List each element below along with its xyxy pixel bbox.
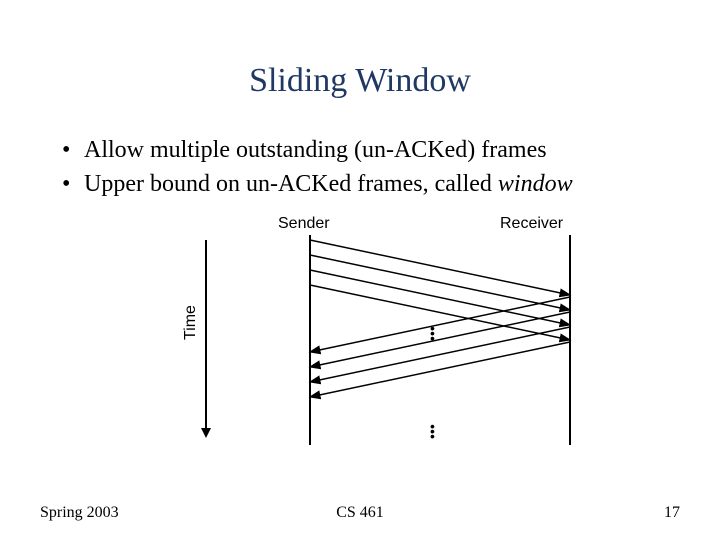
bullet-text: Upper bound on un-ACKed frames, called — [84, 171, 498, 197]
message-arrows — [310, 235, 570, 455]
bullet-list: Allow multiple outstanding (un-ACKed) fr… — [62, 135, 662, 203]
slide: Sliding Window Allow multiple outstandin… — [0, 0, 720, 540]
bullet-text: Allow multiple outstanding (un-ACKed) fr… — [84, 137, 547, 163]
bullet-item: Allow multiple outstanding (un-ACKed) fr… — [62, 135, 662, 165]
bullet-italic: window — [498, 171, 573, 197]
footer-course: CS 461 — [0, 504, 720, 522]
slide-title: Sliding Window — [0, 62, 720, 100]
time-axis-arrow — [205, 240, 207, 430]
ellipsis-icon: ••• — [430, 425, 435, 440]
ellipsis-icon: ••• — [430, 327, 435, 342]
sender-label: Sender — [278, 215, 330, 233]
time-axis-label: Time — [182, 305, 200, 340]
bullet-item: Upper bound on un-ACKed frames, called w… — [62, 169, 662, 199]
receiver-label: Receiver — [500, 215, 563, 233]
sliding-window-diagram: Sender Receiver Time ••• ••• — [160, 215, 600, 465]
slide-number: 17 — [664, 504, 680, 522]
